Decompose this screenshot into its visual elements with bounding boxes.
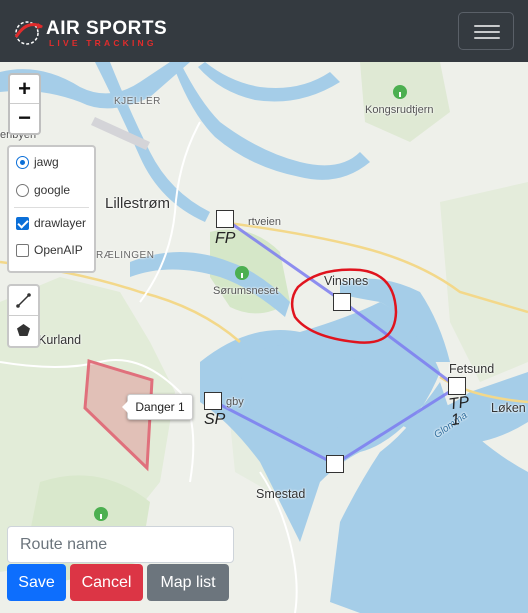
save-button[interactable]: Save	[7, 564, 66, 601]
waypoint-tp1-label: TP 1	[447, 393, 471, 430]
brand-title: AIR SPORTS	[46, 18, 168, 39]
cancel-button[interactable]: Cancel	[70, 564, 143, 601]
danger-zone-tooltip: Danger 1	[122, 394, 193, 420]
place-label-kongsrudtjern: Kongsrudtjern	[365, 104, 434, 116]
place-label-gby: gby	[226, 396, 244, 408]
radio-jawg[interactable]	[16, 156, 29, 169]
waypoint-vinsnes-marker[interactable]	[333, 293, 351, 311]
place-label-sorumsneset: Sørumsneset	[213, 285, 279, 297]
place-label-vinsnes: Vinsnes	[324, 274, 369, 288]
overlay-label-openaip: OpenAIP	[34, 243, 83, 257]
route-name-input[interactable]: Route name	[7, 526, 234, 563]
place-label-fetsund: Fetsund	[449, 362, 495, 376]
draw-polygon-icon	[17, 324, 30, 336]
layer-label-jawg: jawg	[34, 155, 59, 169]
layer-separator	[14, 207, 89, 208]
layer-control: jawg google drawlayer OpenAIP	[7, 145, 96, 273]
place-label-fjellveien: rtveien	[248, 216, 282, 228]
place-label-smestad: Smestad	[256, 487, 306, 501]
place-label-raelingen: RÆLINGEN	[96, 250, 155, 261]
zoom-out-button[interactable]: −	[10, 104, 39, 133]
overlay-label-drawlayer: drawlayer	[34, 216, 87, 230]
layer-label-google: google	[34, 183, 71, 197]
radio-google[interactable]	[16, 184, 29, 197]
checkbox-openaip[interactable]	[16, 244, 29, 257]
waypoint-south-marker[interactable]	[326, 455, 344, 473]
brand-subtitle: LIVE TRACKING	[49, 38, 157, 48]
draw-polyline-icon	[16, 293, 31, 308]
place-label-loken: Løken t	[491, 401, 528, 415]
hamburger-menu-button[interactable]	[458, 12, 514, 50]
waypoint-sp-label: SP	[204, 411, 226, 428]
waypoint-sp-marker[interactable]	[204, 392, 222, 410]
place-label-kjeller: KJELLER	[114, 96, 161, 107]
draw-polyline-button[interactable]	[9, 286, 38, 316]
checkbox-drawlayer[interactable]	[16, 217, 29, 230]
waypoint-fp-marker[interactable]	[216, 210, 234, 228]
waypoint-fp-label: FP	[215, 230, 236, 247]
navbar: AIR SPORTS LIVE TRACKING	[0, 0, 528, 62]
place-label-kurland: Kurland	[38, 333, 82, 347]
zoom-in-button[interactable]: +	[10, 75, 39, 104]
draw-toolbar	[7, 284, 40, 348]
globe-logo-icon	[14, 21, 43, 45]
waypoint-tp1-marker[interactable]	[448, 377, 466, 395]
draw-polygon-button[interactable]	[9, 316, 38, 346]
zoom-control: + −	[8, 73, 41, 135]
map-list-button[interactable]: Map list	[147, 564, 229, 601]
place-label-lillestrom: Lillestrøm	[105, 195, 171, 212]
